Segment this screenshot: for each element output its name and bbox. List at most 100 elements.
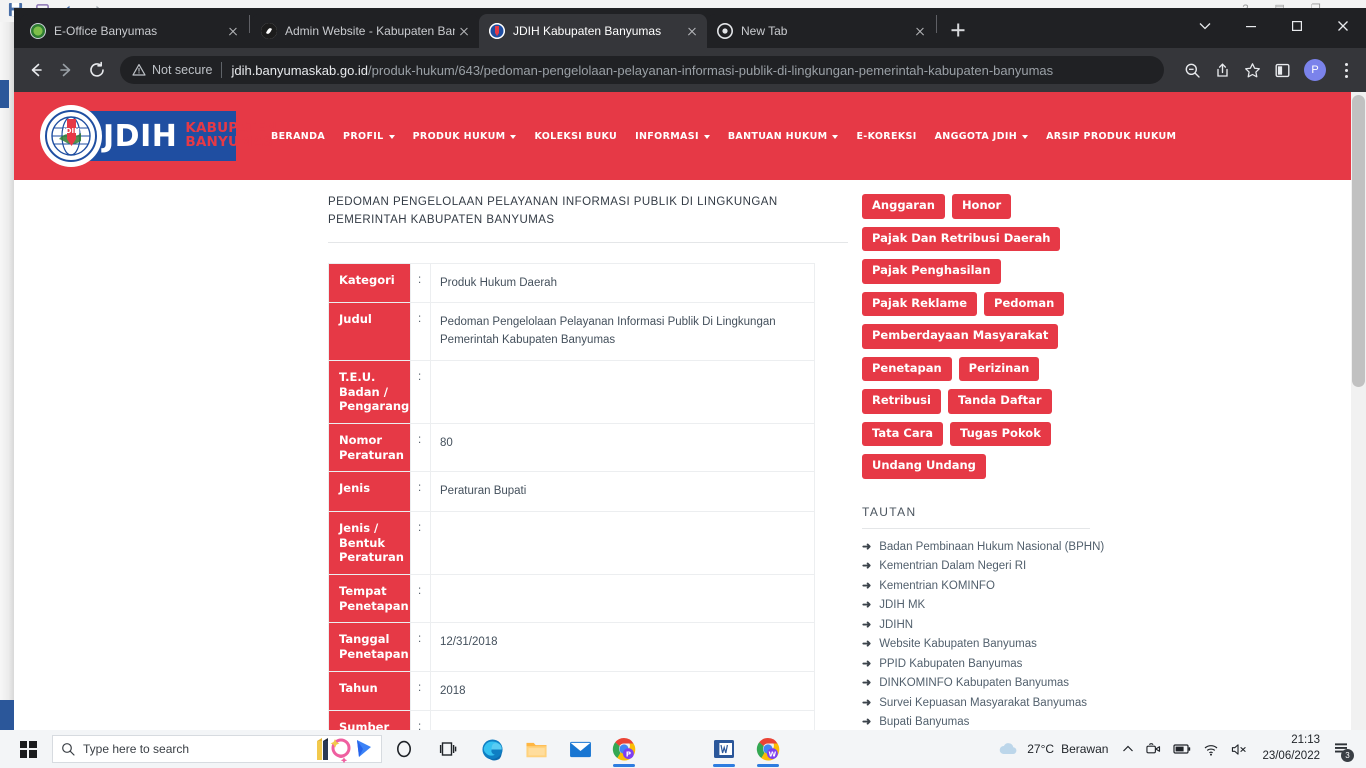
row-value: 2018 [430,670,815,712]
taskbar-app-chrome-w[interactable]: W [746,730,790,768]
close-icon[interactable] [1320,10,1366,42]
tray-volume-muted-icon[interactable] [1225,730,1254,768]
tag-anggaran[interactable]: Anggaran [862,194,945,219]
warning-triangle-icon [132,63,146,76]
browser-tab-2[interactable]: JDIH Kabupaten Banyumas [479,14,707,48]
row-value: Peraturan Bupati [430,471,815,512]
list-item[interactable]: ➜ Badan Pembinaan Hukum Nasional (BPHN) [862,538,1107,558]
row-label: Sumber [328,710,411,730]
share-icon[interactable] [1208,56,1236,84]
jdih-logo[interactable]: JDIH KABUPATEN BANYUMAS JDIH [40,105,277,167]
row-value: 80 [430,422,815,473]
taskbar-search-box[interactable]: Type here to search [52,735,382,763]
list-item[interactable]: ➜ Survei Kepuasan Masyarakat Banyumas [862,694,1107,714]
list-item[interactable]: ➜ DINKOMINFO Kabupaten Banyumas [862,674,1107,694]
row-value [430,573,815,624]
taskbar-app-cortana[interactable] [382,730,426,768]
tab-divider [249,15,250,33]
nav-item-bantuan-hukum[interactable]: BANTUAN HUKUM [719,125,848,148]
list-item[interactable]: ➜ Website Kabupaten Banyumas [862,635,1107,655]
tab-close-icon[interactable] [911,22,929,40]
nav-item-anggota-jdih[interactable]: ANGGOTA JDIH [926,125,1037,148]
nav-item-produk-hukum[interactable]: PRODUK HUKUM [404,125,526,148]
row-label: Jenis [328,471,411,512]
taskbar-app-chrome[interactable]: P [602,730,646,768]
window-controls [1182,8,1366,44]
tray-meet-camera-icon[interactable] [1140,730,1167,768]
scrollbar-thumb[interactable] [1352,95,1365,387]
chevron-down-icon [703,135,710,139]
taskbar-clock[interactable]: 21:13 23/06/2022 [1254,733,1328,764]
logo-jdih-text: JDIH [103,118,178,154]
taskbar-app-mail[interactable] [558,730,602,768]
address-bar[interactable]: Not secure jdih.banyumaskab.go.id/produk… [120,56,1164,84]
nav-label: KOLEKSI BUKU [534,130,618,142]
list-item[interactable]: ➜ PPID Kabupaten Banyumas [862,655,1107,675]
three-dot-menu-icon[interactable] [1334,62,1358,78]
tag-penetapan[interactable]: Penetapan [862,356,952,381]
notification-center-button[interactable]: 3 [1328,730,1354,768]
speaker-mute-icon [1232,743,1247,755]
tray-battery-icon[interactable] [1167,730,1197,768]
tag-tugas-pokok[interactable]: Tugas Pokok [950,421,1051,446]
tab-close-icon[interactable] [455,22,473,40]
tab-close-icon[interactable] [224,22,242,40]
nav-item-arsip-produk-hukum[interactable]: ARSIP PRODUK HUKUM [1037,125,1185,148]
forward-arrow-icon[interactable] [52,56,80,84]
list-item[interactable]: ➜ Kementrian Dalam Negeri RI [862,557,1107,577]
browser-tab-3[interactable]: New Tab [707,14,935,48]
maximize-icon[interactable] [1274,10,1320,42]
taskbar-app-word[interactable] [702,730,746,768]
nav-item-profil[interactable]: PROFIL [334,125,404,148]
tag-pajak-reklame[interactable]: Pajak Reklame [862,291,978,316]
tag-tata-cara[interactable]: Tata Cara [862,421,944,446]
tab-close-icon[interactable] [683,22,701,40]
row-colon: : [410,510,431,575]
side-panel-icon[interactable] [1268,56,1296,84]
not-secure-warning[interactable]: Not secure [132,63,212,77]
weather-widget[interactable]: 27°C Berawan [998,741,1116,757]
taskbar-app-edge[interactable] [470,730,514,768]
tag-tanda-daftar[interactable]: Tanda Daftar [947,389,1052,414]
tag-undang-undang[interactable]: Undang Undang [862,454,986,479]
back-arrow-icon[interactable] [22,56,50,84]
list-item[interactable]: ➜ Kementrian KOMINFO [862,577,1107,597]
nav-label: BANTUAN HUKUM [727,130,828,142]
start-button[interactable] [6,730,50,768]
list-item[interactable]: ➜ JDIH MK [862,596,1107,616]
nav-item-koleksi-buku[interactable]: KOLEKSI BUKU [525,125,626,148]
tag-retribusi[interactable]: Retribusi [862,389,941,414]
nav-item-informasi[interactable]: INFORMASI [626,125,719,148]
browser-tab-0[interactable]: E-Office Banyumas [20,14,248,48]
show-hidden-icons-chevron[interactable] [1116,730,1140,768]
link-label: Bupati Banyumas [879,716,970,729]
tab-divider [936,15,937,33]
profile-avatar[interactable]: P [1304,59,1326,81]
tag-pajak-dan-retribusi-daerah[interactable]: Pajak Dan Retribusi Daerah [862,226,1061,251]
list-item[interactable]: ➜ Bupati Banyumas [862,713,1107,730]
tag-pedoman[interactable]: Pedoman [984,291,1065,316]
tab-favicon-eoffice [30,23,46,39]
nav-label: ANGGOTA JDIH [934,130,1018,142]
browser-tab-1[interactable]: Admin Website - Kabupaten Ban [251,14,479,48]
tag-pemberdayaan-masyarakat[interactable]: Pemberdayaan Masyarakat [862,324,1059,349]
row-value [430,710,815,730]
tray-wifi-icon[interactable] [1197,730,1225,768]
tag-perizinan[interactable]: Perizinan [958,356,1040,381]
taskbar-app-file-explorer[interactable] [514,730,558,768]
main-column: PEDOMAN PENGELOLAAN PELAYANAN INFORMASI … [328,194,848,730]
arrow-right-icon: ➜ [862,657,872,670]
minimize-icon[interactable] [1228,10,1274,42]
star-icon[interactable] [1238,56,1266,84]
nav-item-e-koreksi[interactable]: E-KOREKSI [847,125,925,148]
new-tab-button[interactable] [944,16,972,44]
reload-icon[interactable] [82,56,112,84]
page-scrollbar[interactable] [1351,92,1366,730]
search-placeholder: Type here to search [83,742,190,756]
taskbar-app-task-view[interactable] [426,730,470,768]
zoom-out-icon[interactable] [1178,56,1206,84]
tag-pajak-penghasilan[interactable]: Pajak Penghasilan [862,259,1001,284]
tag-honor[interactable]: Honor [951,194,1012,219]
tab-search-chevron-icon[interactable] [1182,10,1228,42]
list-item[interactable]: ➜ JDIHN [862,616,1107,636]
